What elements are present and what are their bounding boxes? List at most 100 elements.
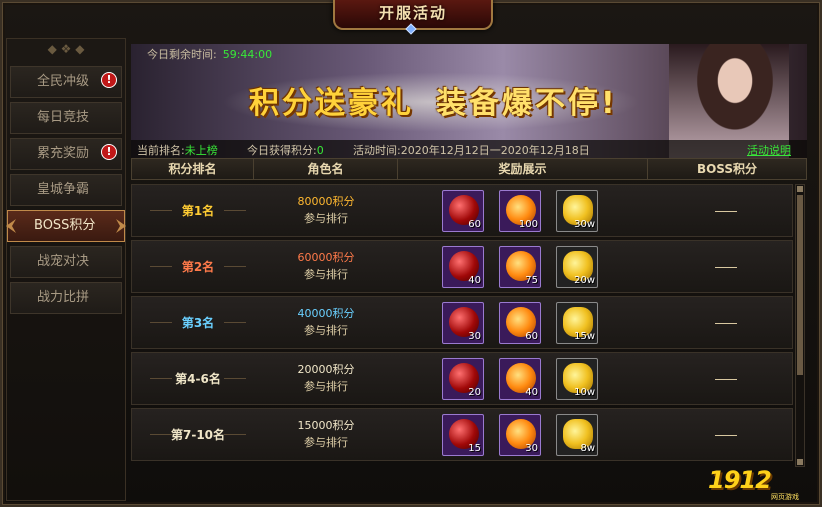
- reward-count: 30: [525, 443, 538, 454]
- reward-count: 15w: [574, 331, 595, 342]
- rank-value: 未上榜: [184, 144, 218, 157]
- role-cell: 80000积分 参与排行: [254, 193, 398, 227]
- col-header-role: 角色名: [254, 159, 398, 179]
- window-title: 开服活动: [378, 4, 447, 22]
- reward-item[interactable]: 10w: [556, 358, 598, 400]
- rank-cell: 第4-6名: [142, 353, 254, 406]
- reward-item[interactable]: 15: [442, 414, 484, 456]
- table-row: 第3名 40000积分 参与排行 30 60 15w: [131, 296, 793, 349]
- scroll-down-icon[interactable]: [797, 459, 803, 465]
- sidebar-item-label: 皇城争霸: [37, 182, 90, 197]
- join-ranking-link[interactable]: 参与排行: [254, 378, 398, 395]
- reward-item[interactable]: 20w: [556, 246, 598, 288]
- reward-item[interactable]: 8w: [556, 414, 598, 456]
- join-ranking-link[interactable]: 参与排行: [254, 434, 398, 451]
- required-points: 80000积分: [297, 195, 355, 208]
- sidebar-item-zhanli-bipin[interactable]: 战力比拼: [10, 282, 122, 314]
- rank-cell: 第7-10名: [142, 409, 254, 462]
- reward-count: 40: [525, 387, 538, 398]
- table-row: 第1名 80000积分 参与排行 60 100 30w: [131, 184, 793, 237]
- boss-points-empty: [715, 211, 737, 212]
- reward-item[interactable]: 30: [499, 414, 541, 456]
- banner-slogan-2: 装备爆不停!: [436, 86, 618, 121]
- reward-item[interactable]: 60: [499, 302, 541, 344]
- sidebar-item-zhanchong-duijue[interactable]: 战宠对决: [10, 246, 122, 278]
- reward-count: 30: [468, 331, 481, 342]
- reward-count: 15: [468, 443, 481, 454]
- role-cell: 40000积分 参与排行: [254, 305, 398, 339]
- reward-count: 8w: [580, 443, 595, 454]
- reward-count: 100: [518, 219, 538, 230]
- col-header-rank: 积分排名: [132, 159, 254, 179]
- required-points: 20000积分: [297, 363, 355, 376]
- remaining-time: 今日剩余时间: 59:44:00: [147, 46, 272, 62]
- reward-item[interactable]: 20: [442, 358, 484, 400]
- reward-item[interactable]: 30w: [556, 190, 598, 232]
- table-scrollbar[interactable]: [795, 184, 805, 467]
- col-header-boss-points: BOSS积分: [696, 162, 758, 176]
- reward-item[interactable]: 30: [442, 302, 484, 344]
- sidebar-item-label: 战力比拼: [37, 290, 90, 305]
- rank-cell: 第3名: [142, 297, 254, 350]
- reward-count: 40: [468, 275, 481, 286]
- sidebar-item-leichong-jiangli[interactable]: 累充奖励 !: [10, 138, 122, 170]
- event-banner: 积分送豪礼 装备爆不停! 当前排名:未上榜 今日获得积分:0 活动时间:2020年…: [131, 44, 807, 166]
- site-logo: 1912: [708, 466, 772, 494]
- table-header: 积分排名 角色名 奖励展示 BOSS积分: [131, 158, 807, 180]
- scroll-thumb[interactable]: [797, 195, 803, 375]
- reward-item[interactable]: 40: [442, 246, 484, 288]
- sidebar: ◆ ❖ ◆ 全民冲级 ! 每日竞技 累充奖励 ! 皇城争霸 BOSS积分 战宠对…: [6, 38, 126, 501]
- rank-cell: 第2名: [142, 241, 254, 294]
- reward-count: 30w: [574, 219, 595, 230]
- sidebar-ornament-icon: ◆ ❖ ◆: [47, 42, 85, 56]
- sidebar-item-label: 全民冲级: [37, 74, 90, 89]
- banner-slogan: 积分送豪礼 装备爆不停!: [249, 78, 618, 122]
- table-row: 第2名 60000积分 参与排行 40 75 20w: [131, 240, 793, 293]
- join-ranking-link[interactable]: 参与排行: [254, 266, 398, 283]
- required-points: 60000积分: [297, 251, 355, 264]
- alert-badge-icon: !: [101, 72, 117, 88]
- reward-count: 60: [468, 219, 481, 230]
- role-cell: 20000积分 参与排行: [254, 361, 398, 395]
- reward-count: 10w: [574, 387, 595, 398]
- reward-item[interactable]: 75: [499, 246, 541, 288]
- reward-item[interactable]: 100: [499, 190, 541, 232]
- reward-count: 20w: [574, 275, 595, 286]
- main-panel: 积分送豪礼 装备爆不停! 当前排名:未上榜 今日获得积分:0 活动时间:2020年…: [131, 38, 809, 501]
- boss-points-empty: [715, 323, 737, 324]
- role-cell: 60000积分 参与排行: [254, 249, 398, 283]
- reward-item[interactable]: 40: [499, 358, 541, 400]
- points-value: 0: [316, 144, 324, 157]
- required-points: 15000积分: [297, 419, 355, 432]
- reward-count: 20: [468, 387, 481, 398]
- col-header-rewards: 奖励展示: [398, 159, 648, 179]
- sidebar-item-quanmin-chongji[interactable]: 全民冲级 !: [10, 66, 122, 98]
- boss-points-empty: [715, 379, 737, 380]
- sidebar-item-meiri-jingji[interactable]: 每日竞技: [10, 102, 122, 134]
- reward-item[interactable]: 60: [442, 190, 484, 232]
- timer-value: 59:44:00: [222, 48, 273, 61]
- sidebar-item-huangcheng-zhengba[interactable]: 皇城争霸: [10, 174, 122, 206]
- boss-points-empty: [715, 267, 737, 268]
- rank-cell: 第1名: [142, 185, 254, 238]
- scroll-up-icon[interactable]: [797, 186, 803, 192]
- boss-points-empty: [715, 435, 737, 436]
- banner-slogan-1: 积分送豪礼: [249, 86, 414, 121]
- required-points: 40000积分: [297, 307, 355, 320]
- reward-count: 75: [525, 275, 538, 286]
- sidebar-item-boss-jifen[interactable]: BOSS积分: [7, 210, 125, 242]
- sidebar-item-label: 战宠对决: [37, 254, 90, 269]
- site-logo-subtitle: 网页游戏: [771, 493, 799, 501]
- join-ranking-link[interactable]: 参与排行: [254, 322, 398, 339]
- join-ranking-link[interactable]: 参与排行: [254, 210, 398, 227]
- sidebar-item-label: 每日竞技: [37, 110, 90, 125]
- alert-badge-icon: !: [101, 144, 117, 160]
- reward-item[interactable]: 15w: [556, 302, 598, 344]
- reward-count: 60: [525, 331, 538, 342]
- sidebar-item-label: 累充奖励: [37, 146, 90, 161]
- sidebar-item-label: BOSS积分: [34, 218, 96, 233]
- timer-label: 今日剩余时间:: [147, 48, 217, 61]
- table-row: 第7-10名 15000积分 参与排行 15 30 8w: [131, 408, 793, 461]
- event-time-value: 2020年12月12日一2020年12月18日: [400, 144, 590, 157]
- role-cell: 15000积分 参与排行: [254, 417, 398, 451]
